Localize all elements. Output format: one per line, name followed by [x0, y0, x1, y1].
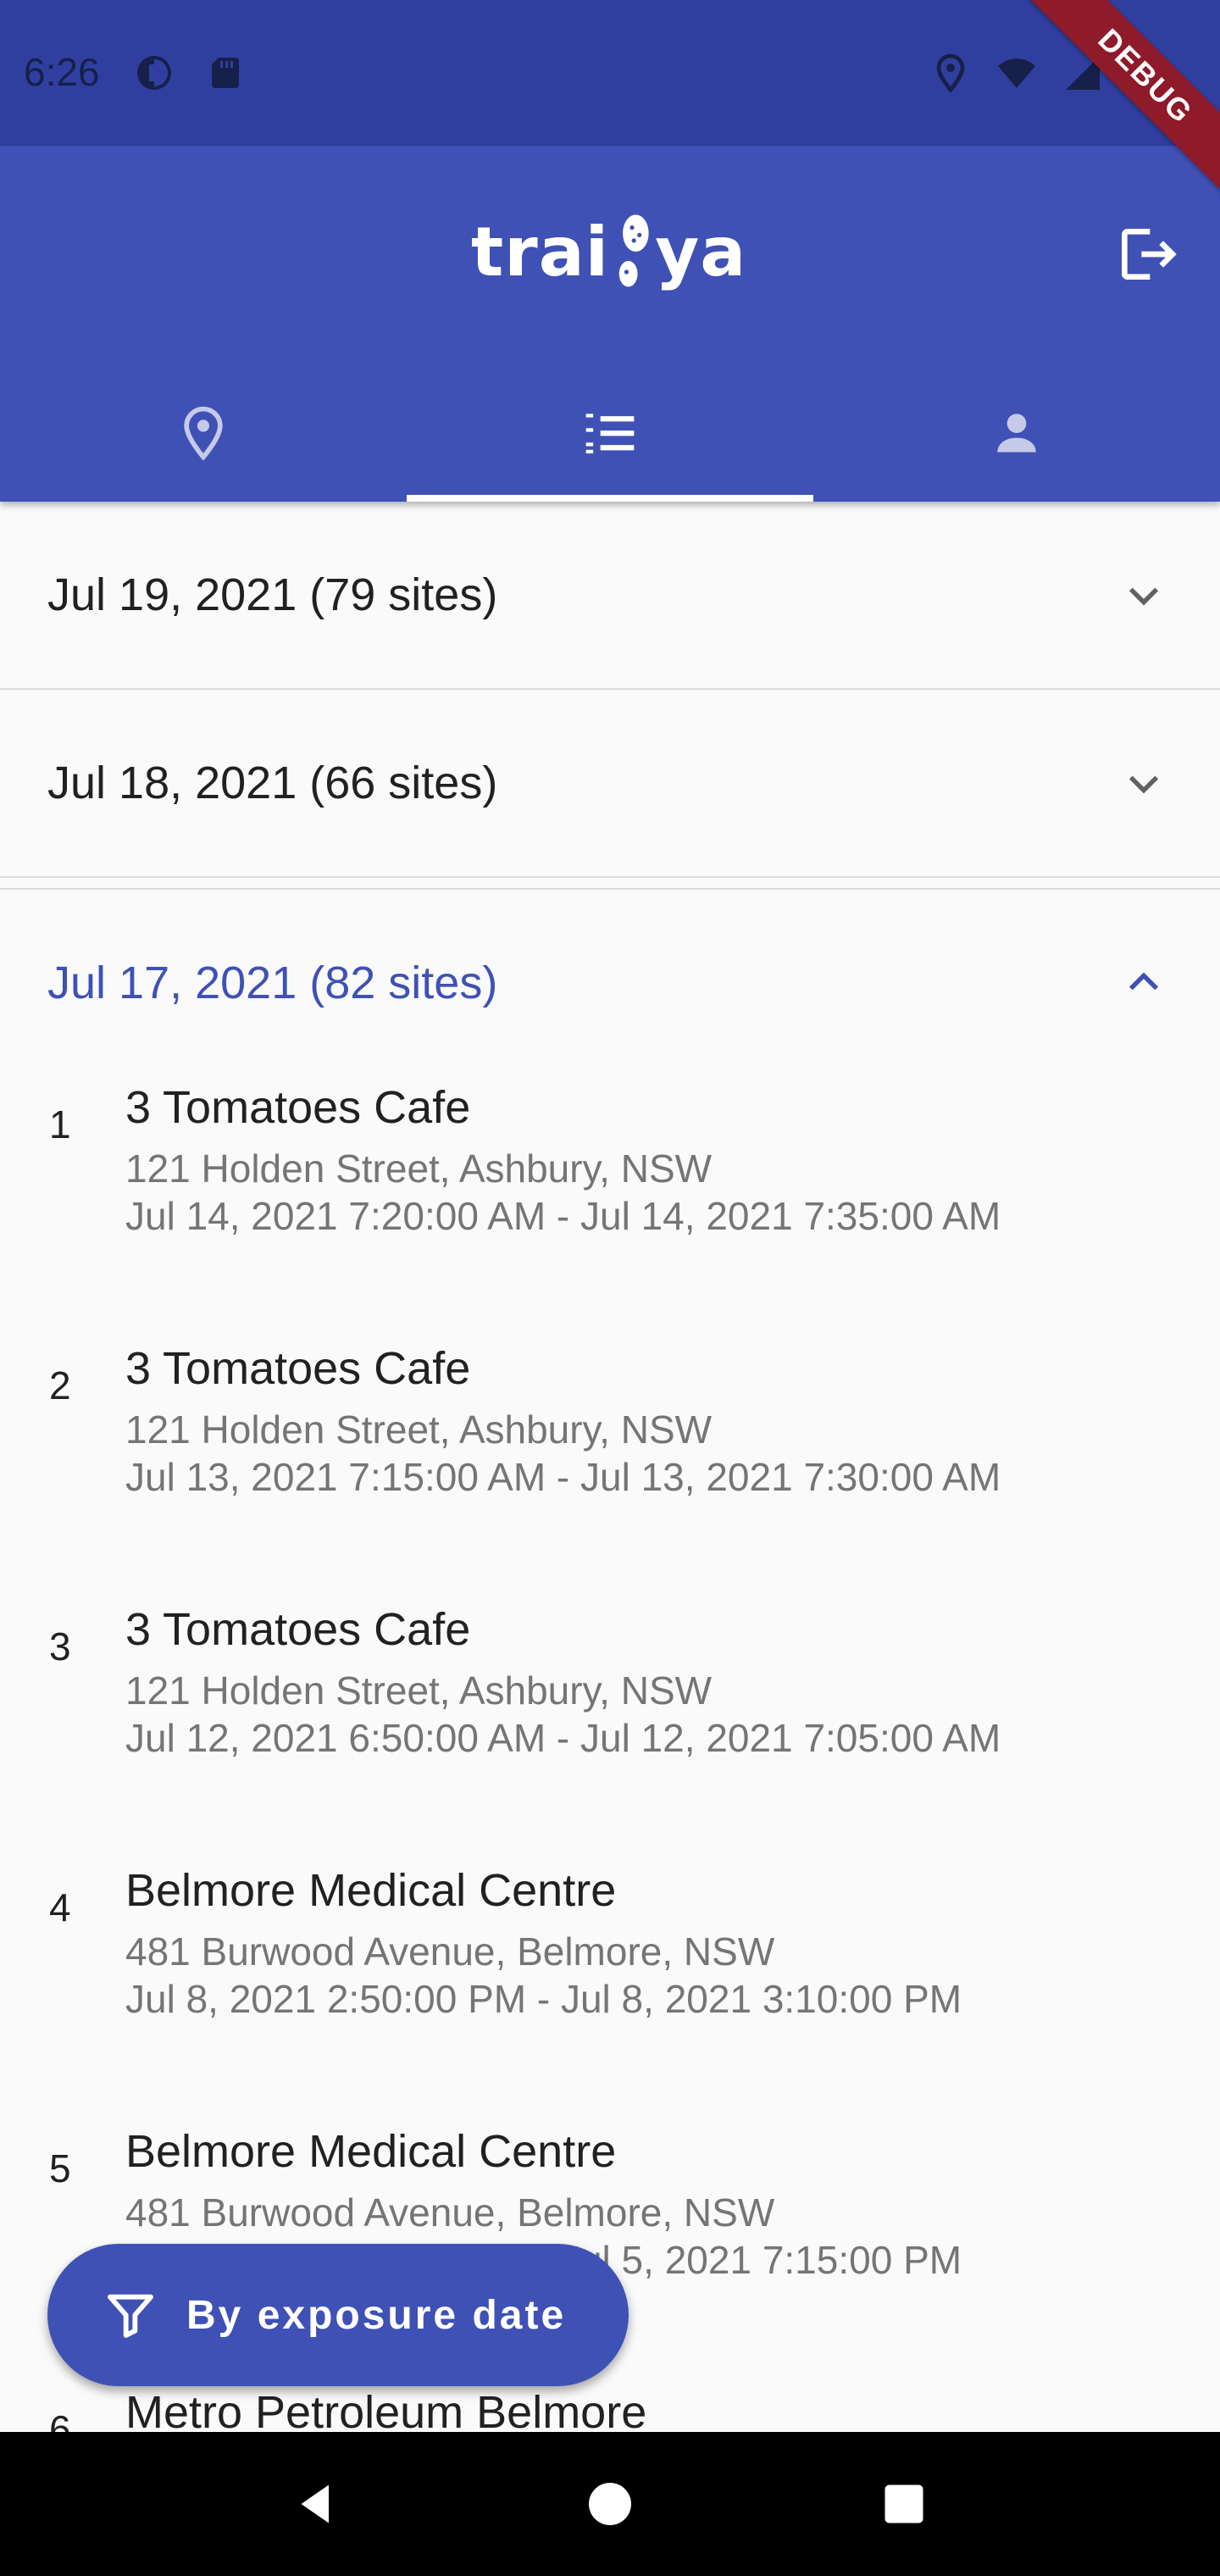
site-name: 3 Tomatoes Cafe [125, 1343, 471, 1394]
status-bar: 6:26 [0, 0, 1220, 146]
tab-profile[interactable] [813, 364, 1220, 502]
site-number: 4 [49, 1885, 71, 1929]
system-nav-bar [0, 2432, 1220, 2576]
chevron-up-icon [1128, 972, 1159, 991]
fab-label: By exposure date [186, 2292, 567, 2338]
site-address: 121 Holden Street, Ashbury, NSW [125, 1407, 713, 1452]
sd-card-icon [212, 58, 239, 88]
tab-list[interactable] [407, 364, 813, 502]
list-item[interactable]: 4 Belmore Medical Centre 481 Burwood Ave… [0, 1859, 1220, 2120]
site-time: Jul 8, 2021 2:50:00 PM - Jul 8, 2021 3:1… [125, 1977, 962, 2021]
panel-header[interactable]: Jul 19, 2021 (79 sites) [0, 502, 1220, 688]
list-item[interactable]: 1 3 Tomatoes Cafe 121 Holden Street, Ash… [0, 1076, 1220, 1337]
panel-label: Jul 17, 2021 (82 sites) [47, 958, 498, 1008]
site-number: 5 [49, 2146, 71, 2190]
app-bar: trai ya [0, 146, 1220, 502]
chevron-down-icon [1128, 587, 1159, 606]
site-name: 3 Tomatoes Cafe [125, 1082, 471, 1133]
site-number: 2 [49, 1363, 71, 1407]
home-icon[interactable] [585, 2479, 635, 2529]
list-item[interactable]: 2 3 Tomatoes Cafe 121 Holden Street, Ash… [0, 1337, 1220, 1598]
site-time: Jul 13, 2021 7:15:00 AM - Jul 13, 2021 7… [125, 1455, 1001, 1499]
tab-indicator [407, 495, 813, 502]
wifi-icon [998, 58, 1035, 88]
logo-text-right: ya [655, 212, 747, 291]
status-time: 6:26 [24, 50, 100, 94]
footprint-icon [618, 214, 649, 287]
site-name: Belmore Medical Centre [125, 2126, 617, 2177]
site-address: 121 Holden Street, Ashbury, NSW [125, 1668, 713, 1713]
back-icon[interactable] [291, 2479, 341, 2529]
site-address: 481 Burwood Avenue, Belmore, NSW [125, 1929, 775, 1974]
logout-icon[interactable] [1113, 220, 1181, 288]
site-address: 481 Burwood Avenue, Belmore, NSW [125, 2190, 775, 2235]
app-logo: trai ya [471, 205, 746, 298]
list-item[interactable]: 3 3 Tomatoes Cafe 121 Holden Street, Ash… [0, 1598, 1220, 1859]
location-icon [936, 53, 965, 93]
site-number: 1 [49, 1102, 71, 1146]
site-name: Metro Petroleum Belmore [125, 2387, 647, 2438]
site-number: 3 [49, 1624, 71, 1668]
site-address: 121 Holden Street, Ashbury, NSW [125, 1146, 713, 1191]
panel-header-expanded[interactable]: Jul 17, 2021 (82 sites) [0, 890, 1220, 1076]
site-name: 3 Tomatoes Cafe [125, 1604, 471, 1655]
chevron-down-icon [1128, 775, 1159, 794]
person-icon [997, 414, 1036, 452]
filter-icon [108, 2294, 153, 2338]
numbered-list-icon [585, 414, 635, 454]
do-not-disturb-icon [137, 56, 171, 90]
tab-bar [0, 364, 1220, 502]
site-time: Jul 14, 2021 7:20:00 AM - Jul 14, 2021 7… [125, 1194, 1001, 1238]
panel-header[interactable]: Jul 18, 2021 (66 sites) [0, 690, 1220, 876]
logo-text-left: trai [471, 212, 610, 291]
site-name: Belmore Medical Centre [125, 1865, 617, 1916]
site-time: Jul 12, 2021 6:50:00 AM - Jul 12, 2021 7… [125, 1716, 1001, 1760]
divider [0, 876, 1220, 878]
location-pin-icon [184, 406, 223, 461]
panel-label: Jul 18, 2021 (66 sites) [47, 758, 498, 808]
recents-icon[interactable] [879, 2479, 929, 2529]
filter-by-exposure-date-button[interactable]: By exposure date [47, 2244, 629, 2386]
tab-map[interactable] [0, 364, 407, 502]
panel-label: Jul 19, 2021 (79 sites) [47, 569, 498, 620]
